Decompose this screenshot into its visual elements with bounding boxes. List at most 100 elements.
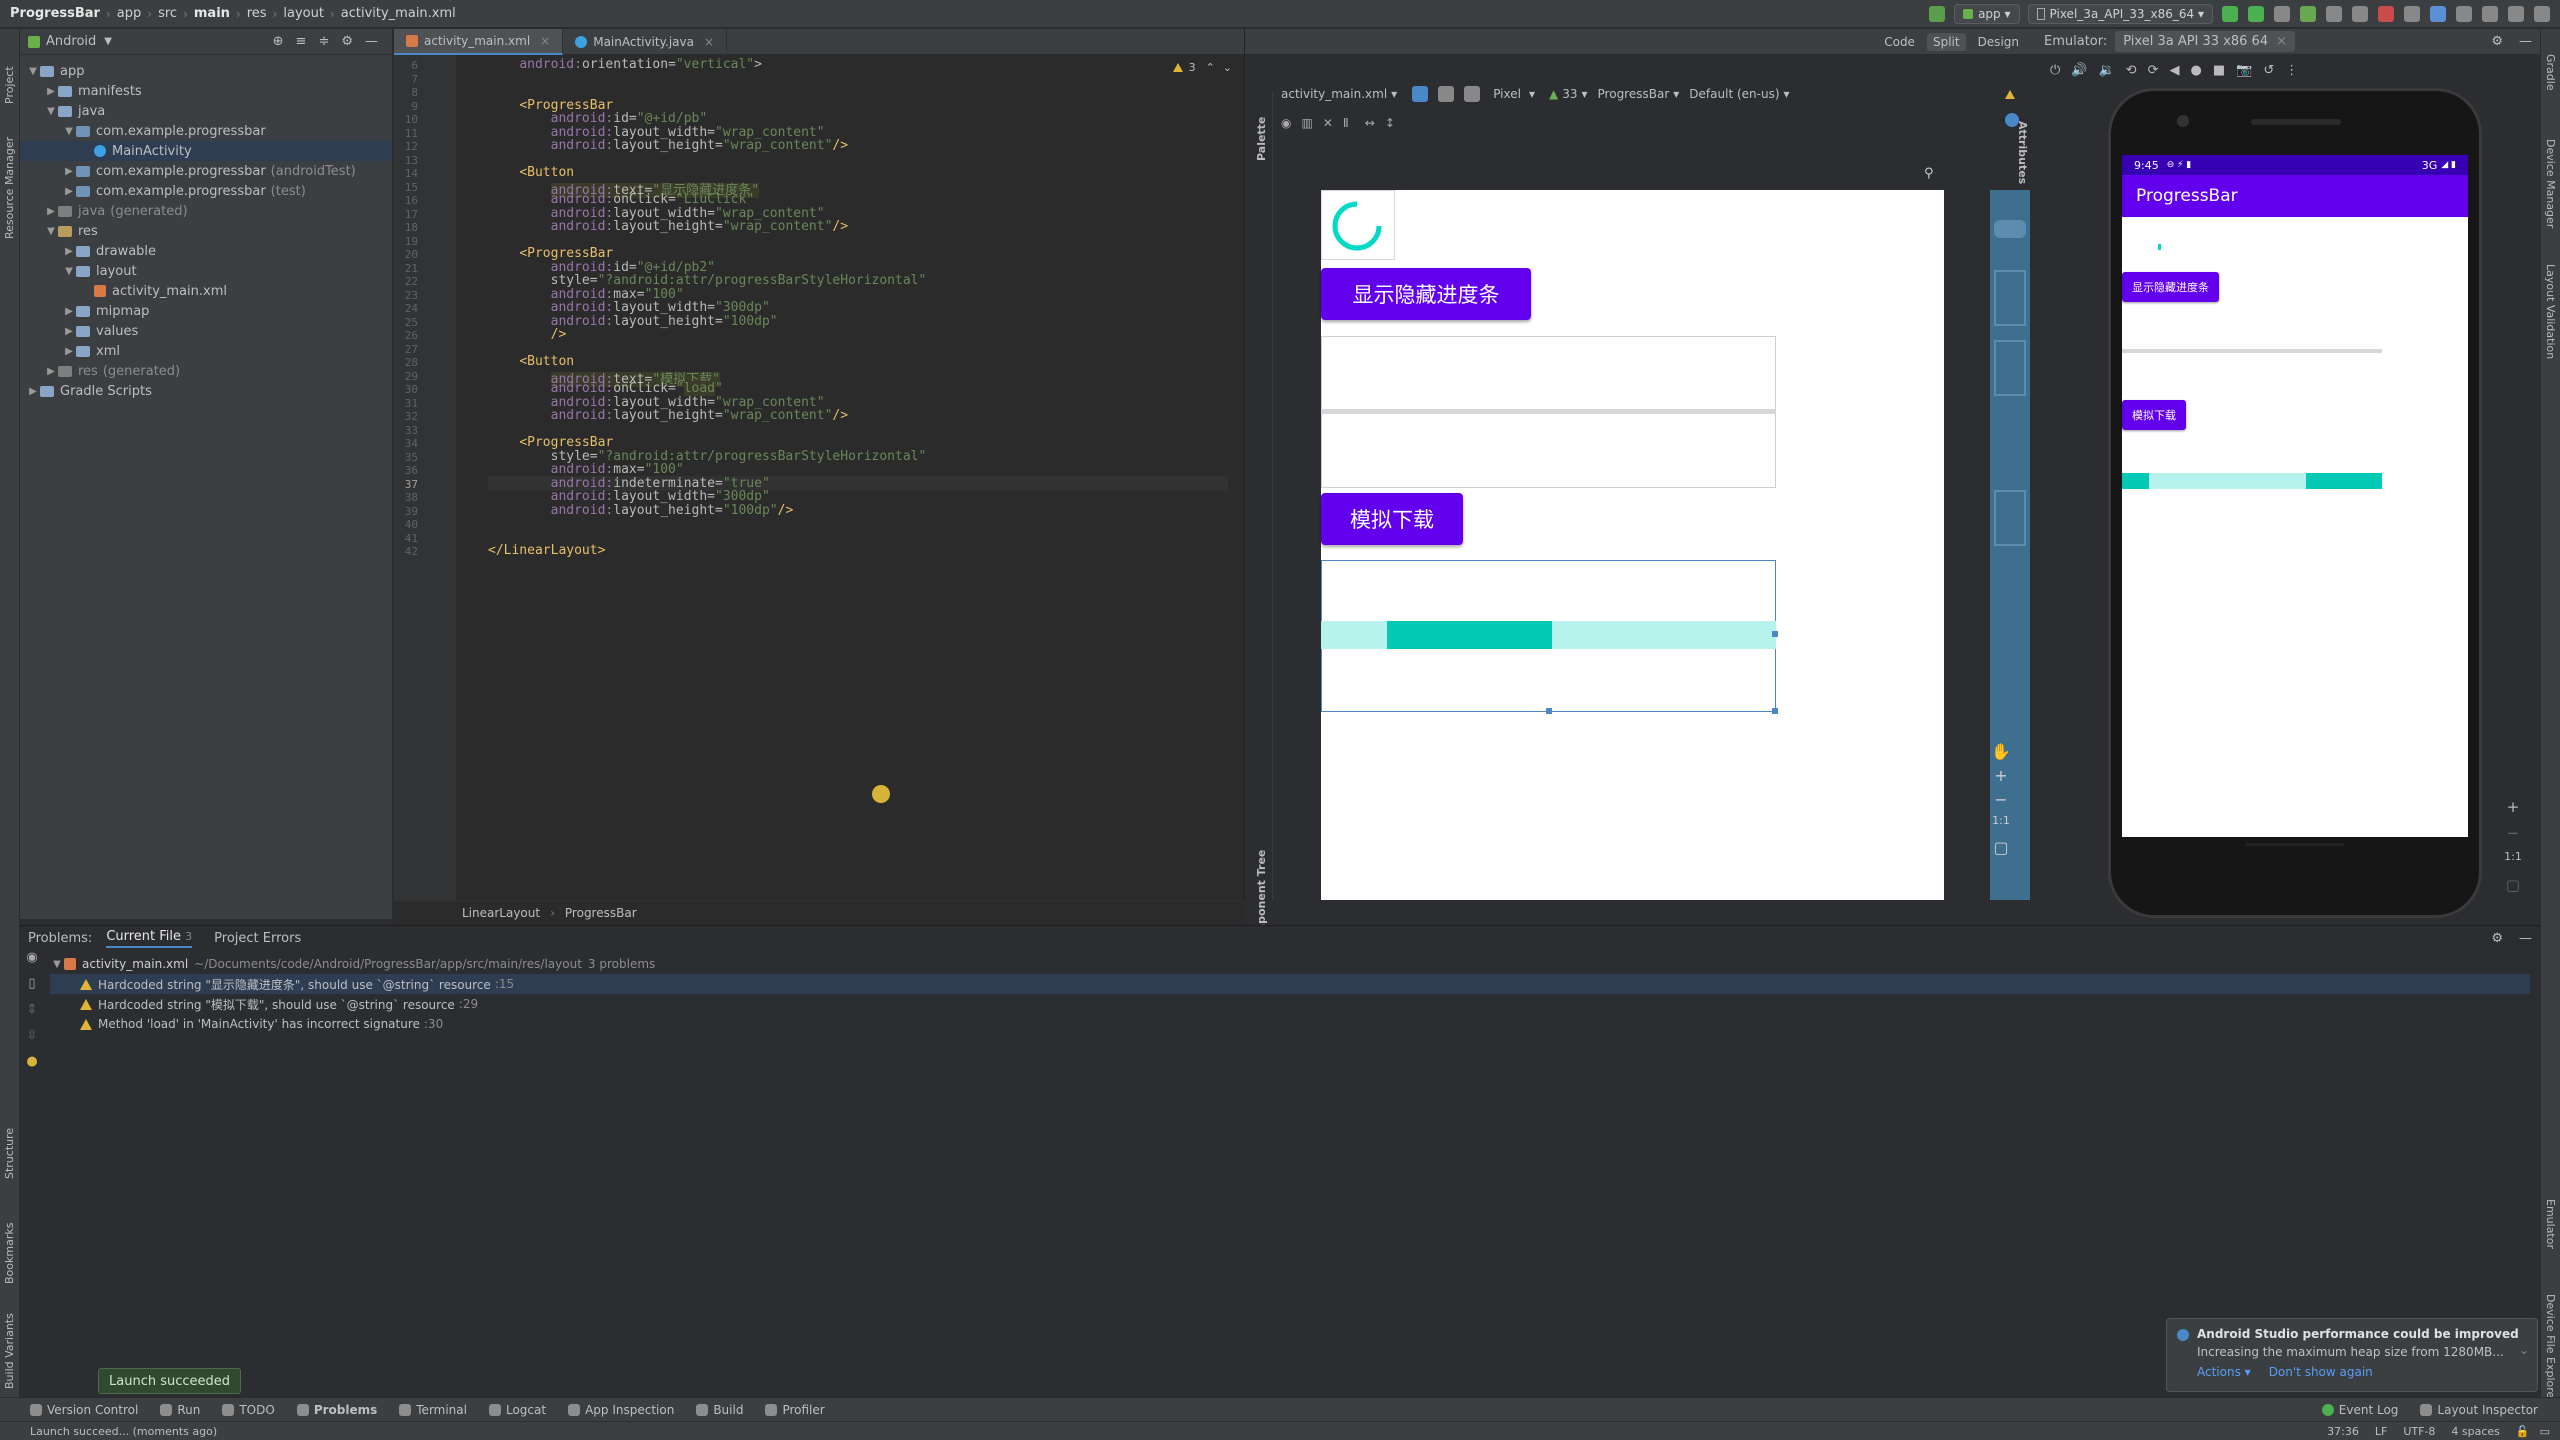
chevron-right-icon[interactable]: ▶: [44, 206, 58, 217]
api-select[interactable]: 33: [1562, 87, 1577, 101]
tree-item[interactable]: ▼ com.example.progressbar: [20, 121, 392, 141]
chevron-down-icon[interactable]: ▼: [50, 959, 64, 970]
breadcrumb-linearlayout[interactable]: LinearLayout: [462, 906, 540, 920]
rotate-right-icon[interactable]: ⟳: [2148, 63, 2159, 78]
pin-icon[interactable]: ⚲: [1924, 166, 1934, 181]
code-line[interactable]: </LinearLayout>: [488, 543, 605, 558]
tree-item[interactable]: ▶ com.example.progressbar (test): [20, 181, 392, 201]
tab-current-file[interactable]: Current File 3: [106, 929, 193, 948]
code-line[interactable]: android:layout_height="wrap_content"/>: [488, 219, 848, 234]
bottom-tab-todo[interactable]: TODO: [222, 1403, 275, 1417]
bottom-tab-profiler[interactable]: Profiler: [765, 1403, 825, 1417]
file-encoding[interactable]: UTF-8: [2403, 1425, 2435, 1438]
layout-inspector-tab[interactable]: Layout Inspector: [2420, 1403, 2538, 1417]
problem-item[interactable]: Hardcoded string "显示隐藏进度条", should use `…: [50, 974, 2530, 994]
chevron-down-icon[interactable]: ▼: [26, 66, 40, 77]
close-icon[interactable]: ×: [704, 35, 714, 49]
code-mode-button[interactable]: Code: [1884, 35, 1915, 49]
expand-all-icon[interactable]: ≡: [296, 34, 307, 49]
problem-file-row[interactable]: ▼ activity_main.xml ~/Documents/code/And…: [50, 954, 2530, 974]
tree-item[interactable]: activity_main.xml: [20, 281, 392, 301]
tree-item[interactable]: ▶ manifests: [20, 81, 392, 101]
eye-icon[interactable]: ◉: [20, 950, 44, 976]
breadcrumb-item[interactable]: res: [247, 6, 267, 21]
zoom-actual-button[interactable]: 1:1: [1990, 814, 2012, 838]
code-line[interactable]: android:layout_height="wrap_content"/>: [488, 408, 848, 423]
resize-handle[interactable]: [1772, 631, 1778, 637]
home-icon[interactable]: ●: [2190, 63, 2201, 78]
apply-changes-icon[interactable]: [2248, 5, 2264, 22]
locale-select[interactable]: Default (en-us): [1689, 87, 1779, 101]
chevron-right-icon[interactable]: ▶: [62, 166, 76, 177]
zoom-out-icon[interactable]: −: [2500, 824, 2526, 850]
run-config-select[interactable]: app ▾: [1954, 3, 2020, 24]
blueprint-icon[interactable]: [1438, 86, 1455, 102]
gear-icon[interactable]: ⚙: [2491, 34, 2503, 49]
zoom-in-icon[interactable]: +: [2500, 798, 2526, 824]
sdk-manager-icon[interactable]: [2456, 5, 2472, 22]
code-editor[interactable]: 6 7 8 9 10 11 12 13 14 15 16 17 18 19 20 21 22 23 24 25 26 27…: [394, 55, 1244, 900]
margin-icon[interactable]: ▥: [1301, 116, 1312, 130]
design-surface-icon[interactable]: [1412, 86, 1429, 102]
device-select[interactable]: Pixel_3a_API_33_x86_64 ▾: [2027, 3, 2213, 24]
structure-tool-tab[interactable]: Structure: [3, 1128, 16, 1179]
vertical-resize-icon[interactable]: ↕: [1385, 116, 1395, 130]
attributes-tab[interactable]: Attributes: [2016, 121, 2029, 184]
bottom-tab-build[interactable]: Build: [696, 1403, 743, 1417]
chevron-down-icon[interactable]: ▼: [62, 126, 76, 137]
tree-item[interactable]: ▶ java (generated): [20, 201, 392, 221]
chevron-right-icon[interactable]: ▶: [44, 366, 58, 377]
collapse-all-icon[interactable]: ≑: [318, 34, 329, 49]
chevron-right-icon[interactable]: ▶: [62, 326, 76, 337]
chevron-down-icon[interactable]: ▼: [44, 106, 58, 117]
chevron-right-icon[interactable]: ▶: [62, 246, 76, 257]
hide-icon[interactable]: —: [2519, 931, 2532, 946]
account-icon[interactable]: [2534, 5, 2550, 22]
volume-up-icon[interactable]: 🔊: [2071, 63, 2087, 78]
attach-debugger-icon[interactable]: [2352, 5, 2368, 22]
overview-icon[interactable]: ■: [2213, 63, 2225, 78]
chevron-down-icon[interactable]: ⌄: [2519, 1343, 2529, 1357]
device-manager-tool-tab[interactable]: Device Manager: [2544, 139, 2557, 228]
tree-item[interactable]: ▶ res (generated): [20, 361, 392, 381]
stop-icon[interactable]: [2378, 5, 2394, 22]
tree-item[interactable]: ▼ res: [20, 221, 392, 241]
project-tool-tab[interactable]: Project: [3, 66, 16, 104]
chevron-down-icon[interactable]: ▼: [62, 266, 76, 277]
zoom-out-icon[interactable]: −: [1990, 790, 2012, 814]
breadcrumb-item[interactable]: ProgressBar: [10, 6, 100, 21]
tree-item[interactable]: ▼ java: [20, 101, 392, 121]
volume-down-icon[interactable]: 🔉: [2098, 63, 2114, 78]
preview-icon[interactable]: ▯: [20, 976, 44, 1002]
layout-validation-tool-tab[interactable]: Layout Validation: [2544, 264, 2557, 359]
gear-icon[interactable]: ⚙: [2491, 931, 2503, 946]
more-icon[interactable]: ⋮: [2285, 63, 2298, 78]
tree-item[interactable]: ▶ Gradle Scripts: [20, 381, 392, 401]
chevron-down-icon[interactable]: ▼: [44, 226, 58, 237]
emulator-device-tab[interactable]: Pixel 3a API 33 x86 64 ×: [2115, 31, 2296, 52]
back-icon[interactable]: ◀: [2169, 63, 2179, 78]
indent-setting[interactable]: 4 spaces: [2451, 1425, 2500, 1438]
night-mode-icon[interactable]: [1464, 86, 1481, 102]
device-manager-icon[interactable]: [2404, 5, 2420, 22]
resize-handle[interactable]: [1772, 708, 1778, 714]
coverage-icon[interactable]: [2274, 5, 2290, 22]
zoom-fit-icon[interactable]: ▢: [2500, 876, 2526, 902]
theme-select[interactable]: ProgressBar: [1598, 87, 1670, 101]
resource-manager-tool-tab[interactable]: Resource Manager: [3, 137, 16, 239]
locate-icon[interactable]: ⊕: [273, 34, 284, 49]
breadcrumb-item[interactable]: activity_main.xml: [341, 6, 456, 21]
palette-tab[interactable]: Palette: [1255, 117, 1268, 161]
zoom-fit-icon[interactable]: ▢: [1990, 838, 2012, 862]
bottom-tab-run[interactable]: Run: [160, 1403, 200, 1417]
bottom-tab-terminal[interactable]: Terminal: [399, 1403, 467, 1417]
file-select[interactable]: activity_main.xml: [1281, 87, 1387, 101]
build-variants-tool-tab[interactable]: Build Variants: [3, 1313, 16, 1389]
emulator-screen[interactable]: 9:45 ⊖ ⚡ ▮ 3G ◢ ▮ ProgressBar 显示隐藏进度条 模拟…: [2122, 155, 2468, 846]
code-line[interactable]: />: [488, 327, 567, 342]
memory-indicator-icon[interactable]: ▭: [2540, 1425, 2550, 1438]
dont-show-again-link[interactable]: Don't show again: [2269, 1365, 2373, 1379]
project-view-select[interactable]: Android: [46, 34, 96, 49]
simulate-download-button[interactable]: 模拟下载: [1321, 493, 1463, 545]
tree-item[interactable]: ▶ mipmap: [20, 301, 392, 321]
